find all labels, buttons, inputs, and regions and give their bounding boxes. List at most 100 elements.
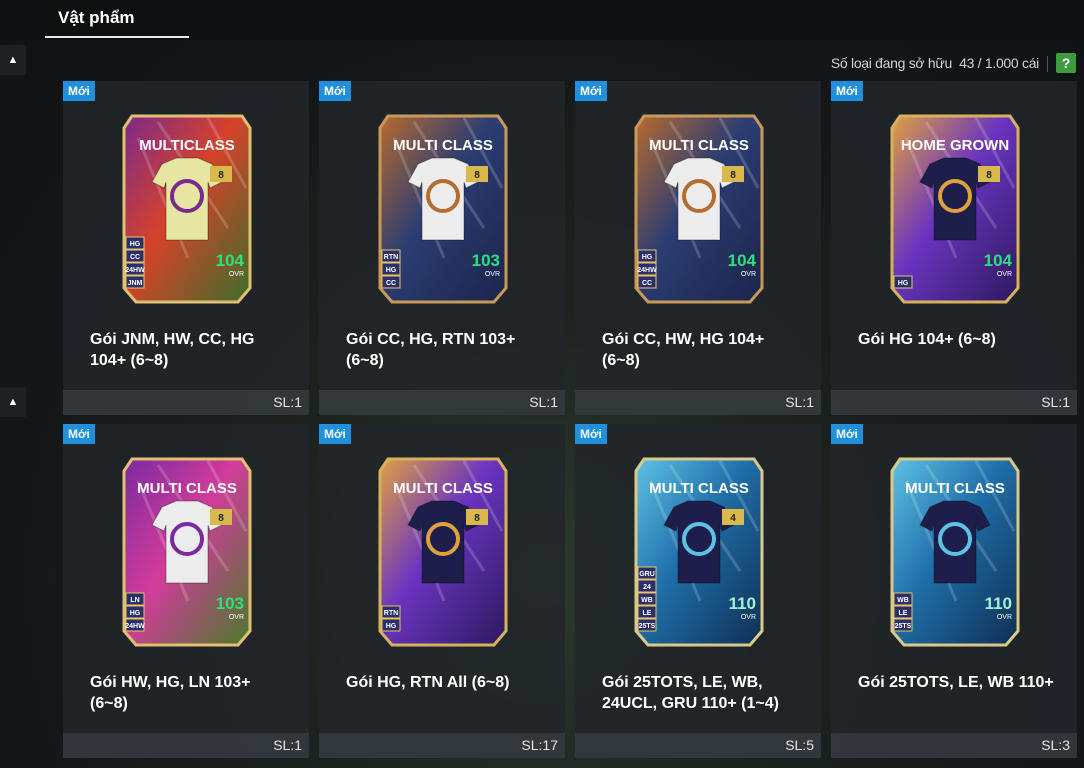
ovr-value: 104 (728, 251, 757, 270)
level-number: 8 (730, 170, 736, 181)
ovr-value: 104 (216, 251, 245, 270)
pack-title-line: Gói HW, HG, LN 103+ (90, 674, 251, 691)
pack-title-line: (6~8) (346, 352, 384, 369)
pack-title: Gói JNM, HW, CC, HG 104+ (6~8) (90, 329, 290, 371)
quantity-label: SL:1 (785, 394, 814, 410)
pack-card[interactable]: Mới MULTI CLASS WB LE 25TS 110 OVR Gói 2… (831, 424, 1077, 758)
pack-card[interactable]: Mới MULTI CLASS 8 LN HG 24HW 103 OVR Gói… (63, 424, 309, 758)
pack-title-line: Gói JNM, HW, CC, HG (90, 331, 255, 348)
collapse-arrow-icon[interactable]: ▲ (0, 387, 26, 417)
ovr-label: OVR (997, 271, 1012, 278)
quantity-label: SL:1 (529, 394, 558, 410)
class-tag: CC (125, 249, 145, 263)
card-class-label: MULTI CLASS (393, 137, 493, 154)
class-tag-label: LE (643, 610, 652, 617)
class-tag: 25TS (893, 618, 913, 632)
pack-title-line: (6~8) (90, 695, 128, 712)
class-tag-label: 24HW (637, 267, 657, 274)
class-tag-label: HG (898, 280, 909, 287)
ovr-value: 110 (729, 594, 756, 613)
pack-title-line: Gói CC, HW, HG 104+ (602, 331, 765, 348)
pack-title-line: Gói 25TOTS, LE, WB 110+ (858, 674, 1054, 691)
ovr-label: OVR (997, 614, 1012, 621)
pack-card[interactable]: Mới MULTI CLASS 4 GRU 24 WB LE 25TS 110 OVR (575, 424, 821, 758)
new-badge: Mới (319, 81, 351, 101)
pack-card[interactable]: Mới MULTICLASS 8 HG CC 24HW JNM 104OVR (63, 81, 309, 415)
class-tag: LE (637, 605, 657, 619)
class-tag: HG (637, 249, 657, 263)
level-number: 8 (474, 513, 480, 524)
pack-card[interactable]: Mới MULTI CLASS 8 RTN HG Gói HG, RTN All… (319, 424, 565, 758)
level-badge: 8 (210, 166, 232, 182)
card-footer: SL:3 (831, 733, 1077, 758)
owned-label: Số loại đang sở hữu (830, 55, 952, 71)
new-badge: Mới (63, 424, 95, 444)
class-tag: LN (125, 592, 145, 606)
class-tag-label: GRU (639, 571, 655, 578)
level-badge: 4 (722, 509, 744, 525)
class-tag: GRU (637, 566, 657, 580)
pack-title-line: Gói HG 104+ (6~8) (858, 331, 996, 348)
class-tag-label: 25TS (639, 623, 656, 630)
class-tag: HG (893, 275, 913, 289)
owned-value: 43 / 1.000 cái (959, 55, 1039, 71)
new-badge: Mới (575, 424, 607, 444)
pack-title-line: Gói HG, RTN All (6~8) (346, 674, 510, 691)
card-footer: SL:17 (319, 733, 565, 758)
pack-card-art: MULTI CLASS 8 LN HG 24HW 103OVR (122, 457, 252, 647)
card-footer: SL:1 (319, 390, 565, 415)
quantity-label: SL:1 (273, 394, 302, 410)
pack-title: Gói 25TOTS, LE, WB 110+ (858, 672, 1058, 693)
class-tag-label: CC (386, 280, 396, 287)
card-class-label: MULTICLASS (139, 137, 235, 154)
top-bar: Vật phẩm (0, 0, 1084, 40)
pack-title: Gói CC, HG, RTN 103+ (6~8) (346, 329, 546, 371)
class-tag-label: WB (641, 597, 653, 604)
class-tag-label: 24 (643, 584, 651, 591)
level-badge: 8 (466, 166, 488, 182)
card-footer: SL:1 (63, 390, 309, 415)
level-badge: 8 (722, 166, 744, 182)
card-class-label: MULTI CLASS (137, 480, 237, 497)
level-number: 8 (474, 170, 480, 181)
help-button[interactable]: ? (1056, 53, 1076, 73)
card-class-label: MULTI CLASS (649, 137, 749, 154)
class-tag: HG (381, 262, 401, 276)
pack-card-art: MULTI CLASS 8 RTN HG (378, 457, 508, 647)
new-badge: Mới (831, 424, 863, 444)
pack-card[interactable]: Mới HOME GROWN 8 HG 104 OVR Gói HG 104+ … (831, 81, 1077, 415)
pack-card[interactable]: Mới MULTI CLASS 8 RTN HG CC 103 OVR Gói … (319, 81, 565, 415)
ovr-label: OVR (229, 271, 244, 278)
card-class-label: HOME GROWN (901, 137, 1009, 154)
new-badge: Mới (831, 81, 863, 101)
card-class-label: MULTI CLASS (649, 480, 749, 497)
pack-title: Gói HG, RTN All (6~8) (346, 672, 546, 693)
class-tag-label: 25TS (895, 623, 912, 630)
pack-title-line: Gói 25TOTS, LE, WB, (602, 674, 763, 691)
class-tag-label: LE (899, 610, 908, 617)
ovr-value: 103 (216, 594, 244, 613)
class-tag: 25TS (637, 618, 657, 632)
pack-title-line: Gói CC, HG, RTN 103+ (346, 331, 516, 348)
pack-title-line: 24UCL, GRU 110+ (1~4) (602, 695, 779, 712)
ovr-label: OVR (485, 271, 500, 278)
class-tag: HG (125, 605, 145, 619)
class-tag: HG (381, 618, 401, 632)
level-badge: 8 (210, 509, 232, 525)
class-tag-label: WB (897, 597, 909, 604)
card-footer: SL:5 (575, 733, 821, 758)
class-tag: 24 (637, 579, 657, 593)
card-class-label: MULTI CLASS (393, 480, 493, 497)
pack-title: Gói HW, HG, LN 103+ (6~8) (90, 672, 290, 714)
ovr-value: 103 (472, 251, 500, 270)
quantity-label: SL:1 (273, 737, 302, 753)
collapse-arrow-icon[interactable]: ▲ (0, 45, 26, 75)
class-tag-label: HG (130, 241, 141, 248)
class-tag-label: HG (386, 267, 397, 274)
pack-card-art: MULTI CLASS 4 GRU 24 WB LE 25TS 110OVR (634, 457, 764, 647)
pack-card[interactable]: Mới MULTI CLASS 8 HG 24HW CC 104 OVR Gói… (575, 81, 821, 415)
class-tag-label: HG (130, 610, 141, 617)
class-tag: LE (893, 605, 913, 619)
pack-title-line: (6~8) (602, 352, 640, 369)
tab-items[interactable]: Vật phẩm (45, 0, 189, 38)
